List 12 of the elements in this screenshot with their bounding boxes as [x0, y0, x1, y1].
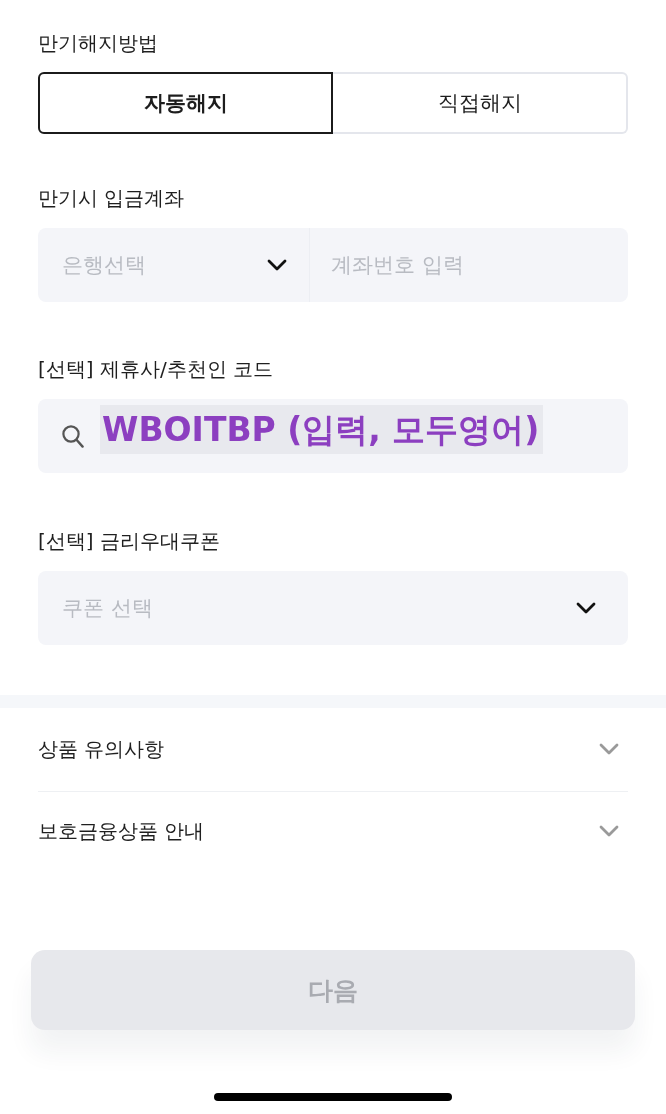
annotation-label: WBOITBP (입력, 모두영어): [100, 405, 544, 454]
chevron-down-icon: [576, 602, 596, 614]
section-label: [선택] 제휴사/추천인 코드: [38, 356, 274, 383]
section-label: 만기해지방법: [38, 30, 158, 57]
search-field[interactable]: WBOITBP (입력, 모두영어): [38, 399, 628, 473]
section-label: 만기시 입금계좌: [38, 185, 185, 212]
segment-tab[interactable]: 자동해지: [38, 72, 333, 134]
segment-tab[interactable]: 직접해지: [333, 72, 628, 134]
search-icon: [62, 424, 84, 448]
section-label: [선택] 금리우대쿠폰: [38, 528, 220, 555]
chevron-down-icon: [267, 259, 287, 271]
account-number-field[interactable]: 계좌번호 입력: [310, 228, 628, 302]
